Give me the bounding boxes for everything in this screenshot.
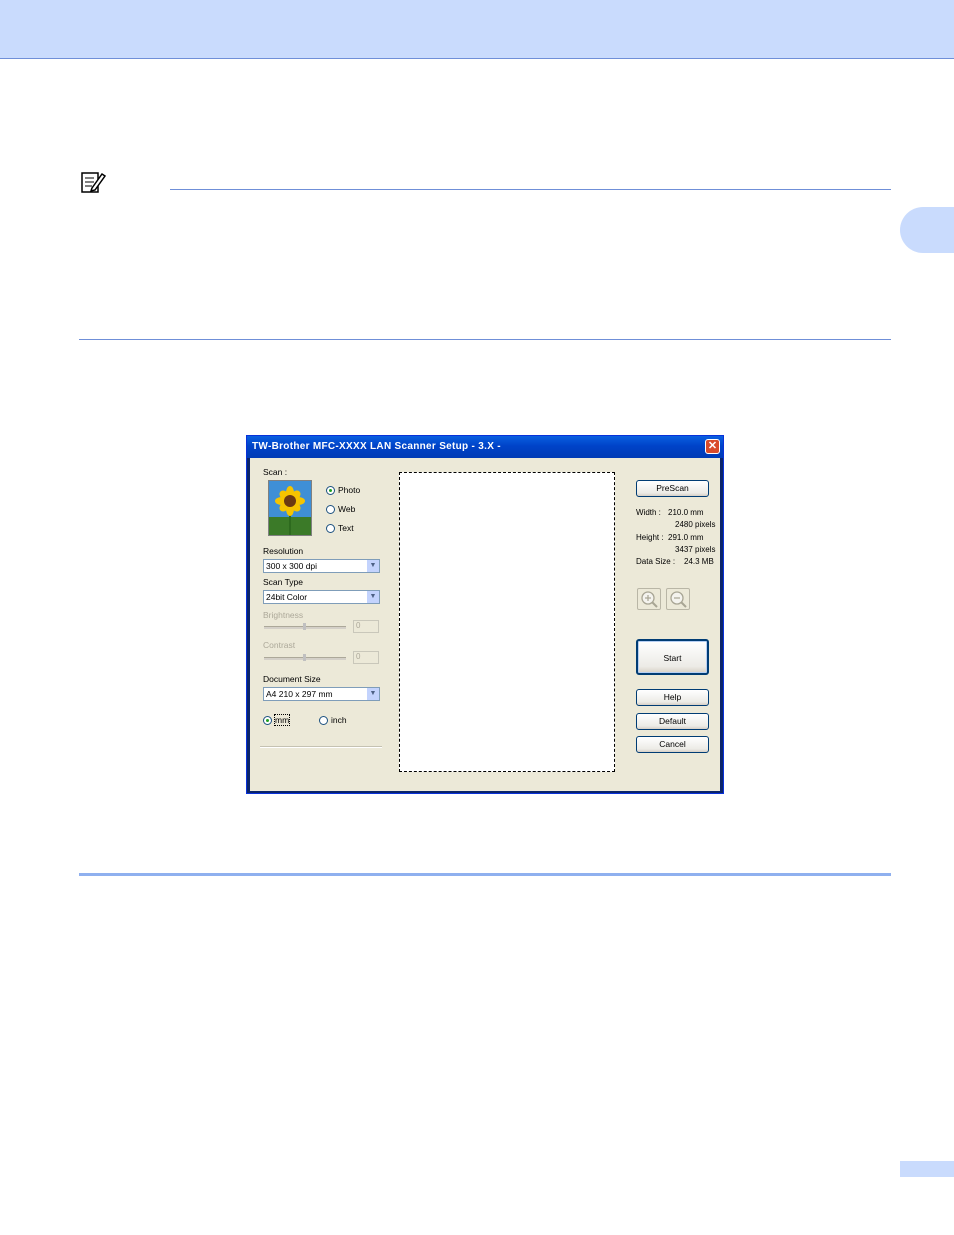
resolution-label: Resolution (263, 546, 304, 556)
text-radio-label: Text (338, 523, 354, 533)
height-pixels-value: 3437 pixels (675, 545, 716, 554)
help-button[interactable]: Help (636, 689, 709, 706)
chevron-down-icon: ▼ (366, 560, 379, 572)
width-mm-value: 210.0 mm (668, 508, 704, 517)
prescan-button[interactable]: PreScan (636, 480, 709, 497)
document-size-label: Document Size (263, 674, 321, 684)
left-panel-separator (260, 746, 382, 748)
chevron-down-icon: ▼ (366, 591, 379, 603)
zoom-out-icon (670, 591, 687, 608)
page-number-tab (900, 1161, 954, 1177)
brightness-value-field[interactable]: 0 (353, 620, 379, 633)
contrast-value-field[interactable]: 0 (353, 651, 379, 664)
zoom-in-button[interactable] (637, 588, 661, 610)
note-bottom-rule (79, 339, 891, 340)
scan-type-value: 24bit Color (266, 592, 308, 602)
scan-label: Scan : (263, 467, 288, 477)
note-pencil-icon (81, 172, 106, 193)
section-divider (79, 873, 891, 876)
height-label: Height : (636, 533, 664, 542)
inch-radio[interactable] (319, 716, 328, 725)
cancel-button[interactable]: Cancel (636, 736, 709, 753)
chevron-down-icon: ▼ (366, 688, 379, 700)
scan-preview-area[interactable] (399, 472, 615, 772)
document-size-value: A4 210 x 297 mm (266, 689, 333, 699)
default-button[interactable]: Default (636, 713, 709, 730)
brightness-slider-thumb[interactable] (303, 623, 306, 630)
height-mm-value: 291.0 mm (668, 533, 704, 542)
chapter-side-tab (900, 207, 954, 253)
page-header-band (0, 0, 954, 59)
data-size-label: Data Size : (636, 557, 676, 566)
width-pixels-value: 2480 pixels (675, 520, 716, 529)
scan-type-label: Scan Type (263, 577, 304, 587)
web-radio[interactable] (326, 505, 335, 514)
web-radio-label: Web (338, 504, 356, 514)
scanner-setup-dialog: TW-Brother MFC-XXXX LAN Scanner Setup - … (246, 435, 724, 794)
sunflower-photo-icon (268, 480, 312, 536)
note-top-rule (170, 189, 891, 190)
contrast-slider-thumb[interactable] (303, 654, 306, 661)
photo-radio[interactable] (326, 486, 335, 495)
width-label: Width : (636, 508, 661, 517)
mm-radio-label: mm (273, 714, 291, 726)
mm-radio[interactable] (263, 716, 272, 725)
zoom-in-icon (641, 591, 658, 608)
brightness-label: Brightness (263, 610, 304, 620)
resolution-value: 300 x 300 dpi (266, 561, 318, 571)
resolution-select[interactable]: 300 x 300 dpi ▼ (263, 559, 380, 573)
photo-radio-label: Photo (338, 485, 361, 495)
document-size-select[interactable]: A4 210 x 297 mm ▼ (263, 687, 380, 701)
dialog-title: TW-Brother MFC-XXXX LAN Scanner Setup - … (252, 441, 501, 452)
text-radio[interactable] (326, 524, 335, 533)
data-size-value: 24.3 MB (684, 557, 714, 566)
dialog-titlebar[interactable]: TW-Brother MFC-XXXX LAN Scanner Setup - … (247, 436, 723, 458)
scan-type-select[interactable]: 24bit Color ▼ (263, 590, 380, 604)
dialog-client-area: Scan : Photo Web Text Resolution 300 x 3… (250, 458, 720, 791)
inch-radio-label: inch (331, 715, 347, 725)
contrast-label: Contrast (263, 640, 296, 650)
start-button[interactable]: Start (636, 639, 709, 675)
close-button[interactable]: ✕ (705, 439, 720, 454)
zoom-out-button[interactable] (666, 588, 690, 610)
